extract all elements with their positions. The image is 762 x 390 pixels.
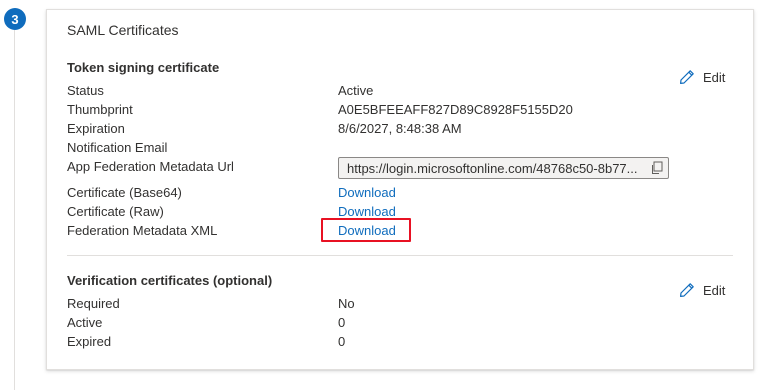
pencil-icon: [680, 283, 694, 297]
verification-edit-button[interactable]: Edit: [679, 282, 725, 298]
cert-base64-download-link[interactable]: Download: [338, 185, 396, 200]
step-badge: 3: [4, 8, 26, 30]
metadata-url-value[interactable]: https://login.microsoftonline.com/48768c…: [347, 161, 644, 176]
verification-heading: Verification certificates (optional): [67, 273, 273, 288]
active-value: 0: [338, 315, 346, 330]
step-number: 3: [11, 11, 19, 27]
expired-label: Expired: [67, 334, 112, 349]
token-signing-heading: Token signing certificate: [67, 60, 220, 75]
pencil-icon: [680, 70, 694, 84]
token-signing-edit-button[interactable]: Edit: [679, 69, 725, 85]
cert-raw-label: Certificate (Raw): [67, 204, 164, 219]
copy-icon[interactable]: [650, 161, 664, 175]
federation-xml-label: Federation Metadata XML: [67, 223, 218, 238]
cert-raw-download-link[interactable]: Download: [338, 204, 396, 219]
cert-base64-label: Certificate (Base64): [67, 185, 182, 200]
status-label: Status: [67, 83, 104, 98]
expiration-value: 8/6/2027, 8:48:38 AM: [338, 121, 462, 136]
status-value: Active: [338, 83, 374, 98]
active-label: Active: [67, 315, 103, 330]
metadata-url-label: App Federation Metadata Url: [67, 159, 234, 174]
required-value: No: [338, 296, 355, 311]
section-divider: [67, 255, 733, 256]
step-connector-line: [14, 30, 15, 390]
thumbprint-value: A0E5BFEEAFF827D89C8928F5155D20: [338, 102, 573, 117]
highlight-box: [321, 218, 411, 242]
expired-value: 0: [338, 334, 346, 349]
required-label: Required: [67, 296, 120, 311]
verification-edit-label: Edit: [703, 282, 726, 298]
notification-email-label: Notification Email: [67, 140, 168, 155]
saml-certificates-card: SAML Certificates Token signing certific…: [46, 9, 754, 370]
token-signing-edit-label: Edit: [703, 69, 726, 85]
expiration-label: Expiration: [67, 121, 125, 136]
thumbprint-label: Thumbprint: [67, 102, 133, 117]
card-title: SAML Certificates: [67, 22, 179, 38]
metadata-url-field[interactable]: https://login.microsoftonline.com/48768c…: [338, 157, 669, 179]
